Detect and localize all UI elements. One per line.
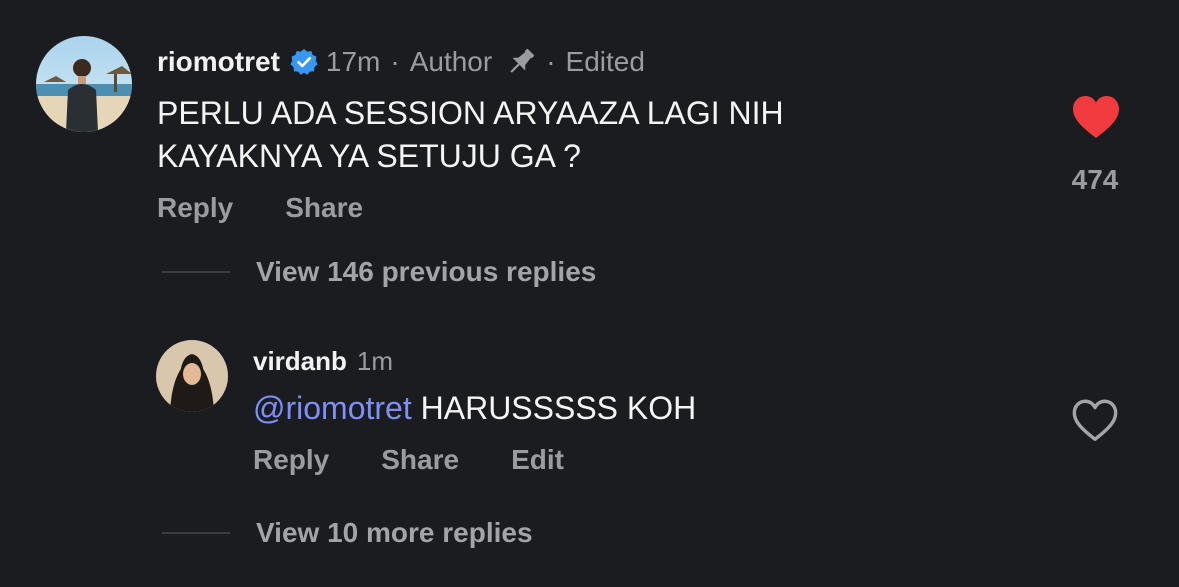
meta-separator-2: · bbox=[546, 46, 556, 77]
share-button[interactable]: Share bbox=[381, 444, 459, 476]
comment-time: 17m bbox=[325, 46, 381, 77]
comment-header: riomotret 17m · Author · Edited bbox=[157, 40, 645, 84]
view-more-replies[interactable]: View 10 more replies bbox=[162, 517, 533, 549]
thread-divider bbox=[162, 271, 230, 273]
verified-badge-icon bbox=[290, 48, 318, 76]
comment-text: PERLU ADA SESSION ARYAAZA LAGI NIH KAYAK… bbox=[157, 95, 784, 174]
reply-time: 1m bbox=[356, 345, 394, 376]
thread-divider bbox=[162, 532, 230, 534]
view-previous-replies[interactable]: View 146 previous replies bbox=[162, 256, 596, 288]
like-count: 474 bbox=[1071, 164, 1119, 195]
meta-separator: · bbox=[390, 46, 400, 77]
heart-outline-icon[interactable] bbox=[1070, 396, 1120, 446]
author-label: Author bbox=[409, 46, 493, 77]
edited-label: Edited bbox=[565, 46, 645, 77]
reply-text: @riomotret HARUSSSSS KOH bbox=[253, 386, 696, 430]
edit-button[interactable]: Edit bbox=[511, 444, 564, 476]
comment-actions: Reply Share bbox=[157, 192, 415, 224]
comments-thread: riomotret 17m · Author · Edited PERLU AD… bbox=[0, 0, 1179, 587]
reply-actions: Reply Share Edit bbox=[253, 444, 616, 476]
reply-button[interactable]: Reply bbox=[157, 192, 233, 224]
comment-username[interactable]: riomotret bbox=[157, 46, 280, 78]
reply-username[interactable]: virdanb bbox=[253, 346, 347, 377]
avatar-virdanb[interactable] bbox=[156, 340, 228, 412]
pin-icon bbox=[504, 45, 538, 79]
mention-link[interactable]: @riomotret bbox=[253, 390, 412, 426]
view-previous-label[interactable]: View 146 previous replies bbox=[256, 256, 596, 288]
view-more-label[interactable]: View 10 more replies bbox=[256, 517, 533, 549]
reply-body: HARUSSSSS KOH bbox=[411, 390, 697, 426]
heart-filled-icon[interactable] bbox=[1070, 92, 1122, 144]
reply-button[interactable]: Reply bbox=[253, 444, 329, 476]
reply-header: virdanb 1m bbox=[253, 341, 393, 381]
share-button[interactable]: Share bbox=[285, 192, 363, 224]
avatar-riomotret[interactable] bbox=[36, 36, 132, 132]
